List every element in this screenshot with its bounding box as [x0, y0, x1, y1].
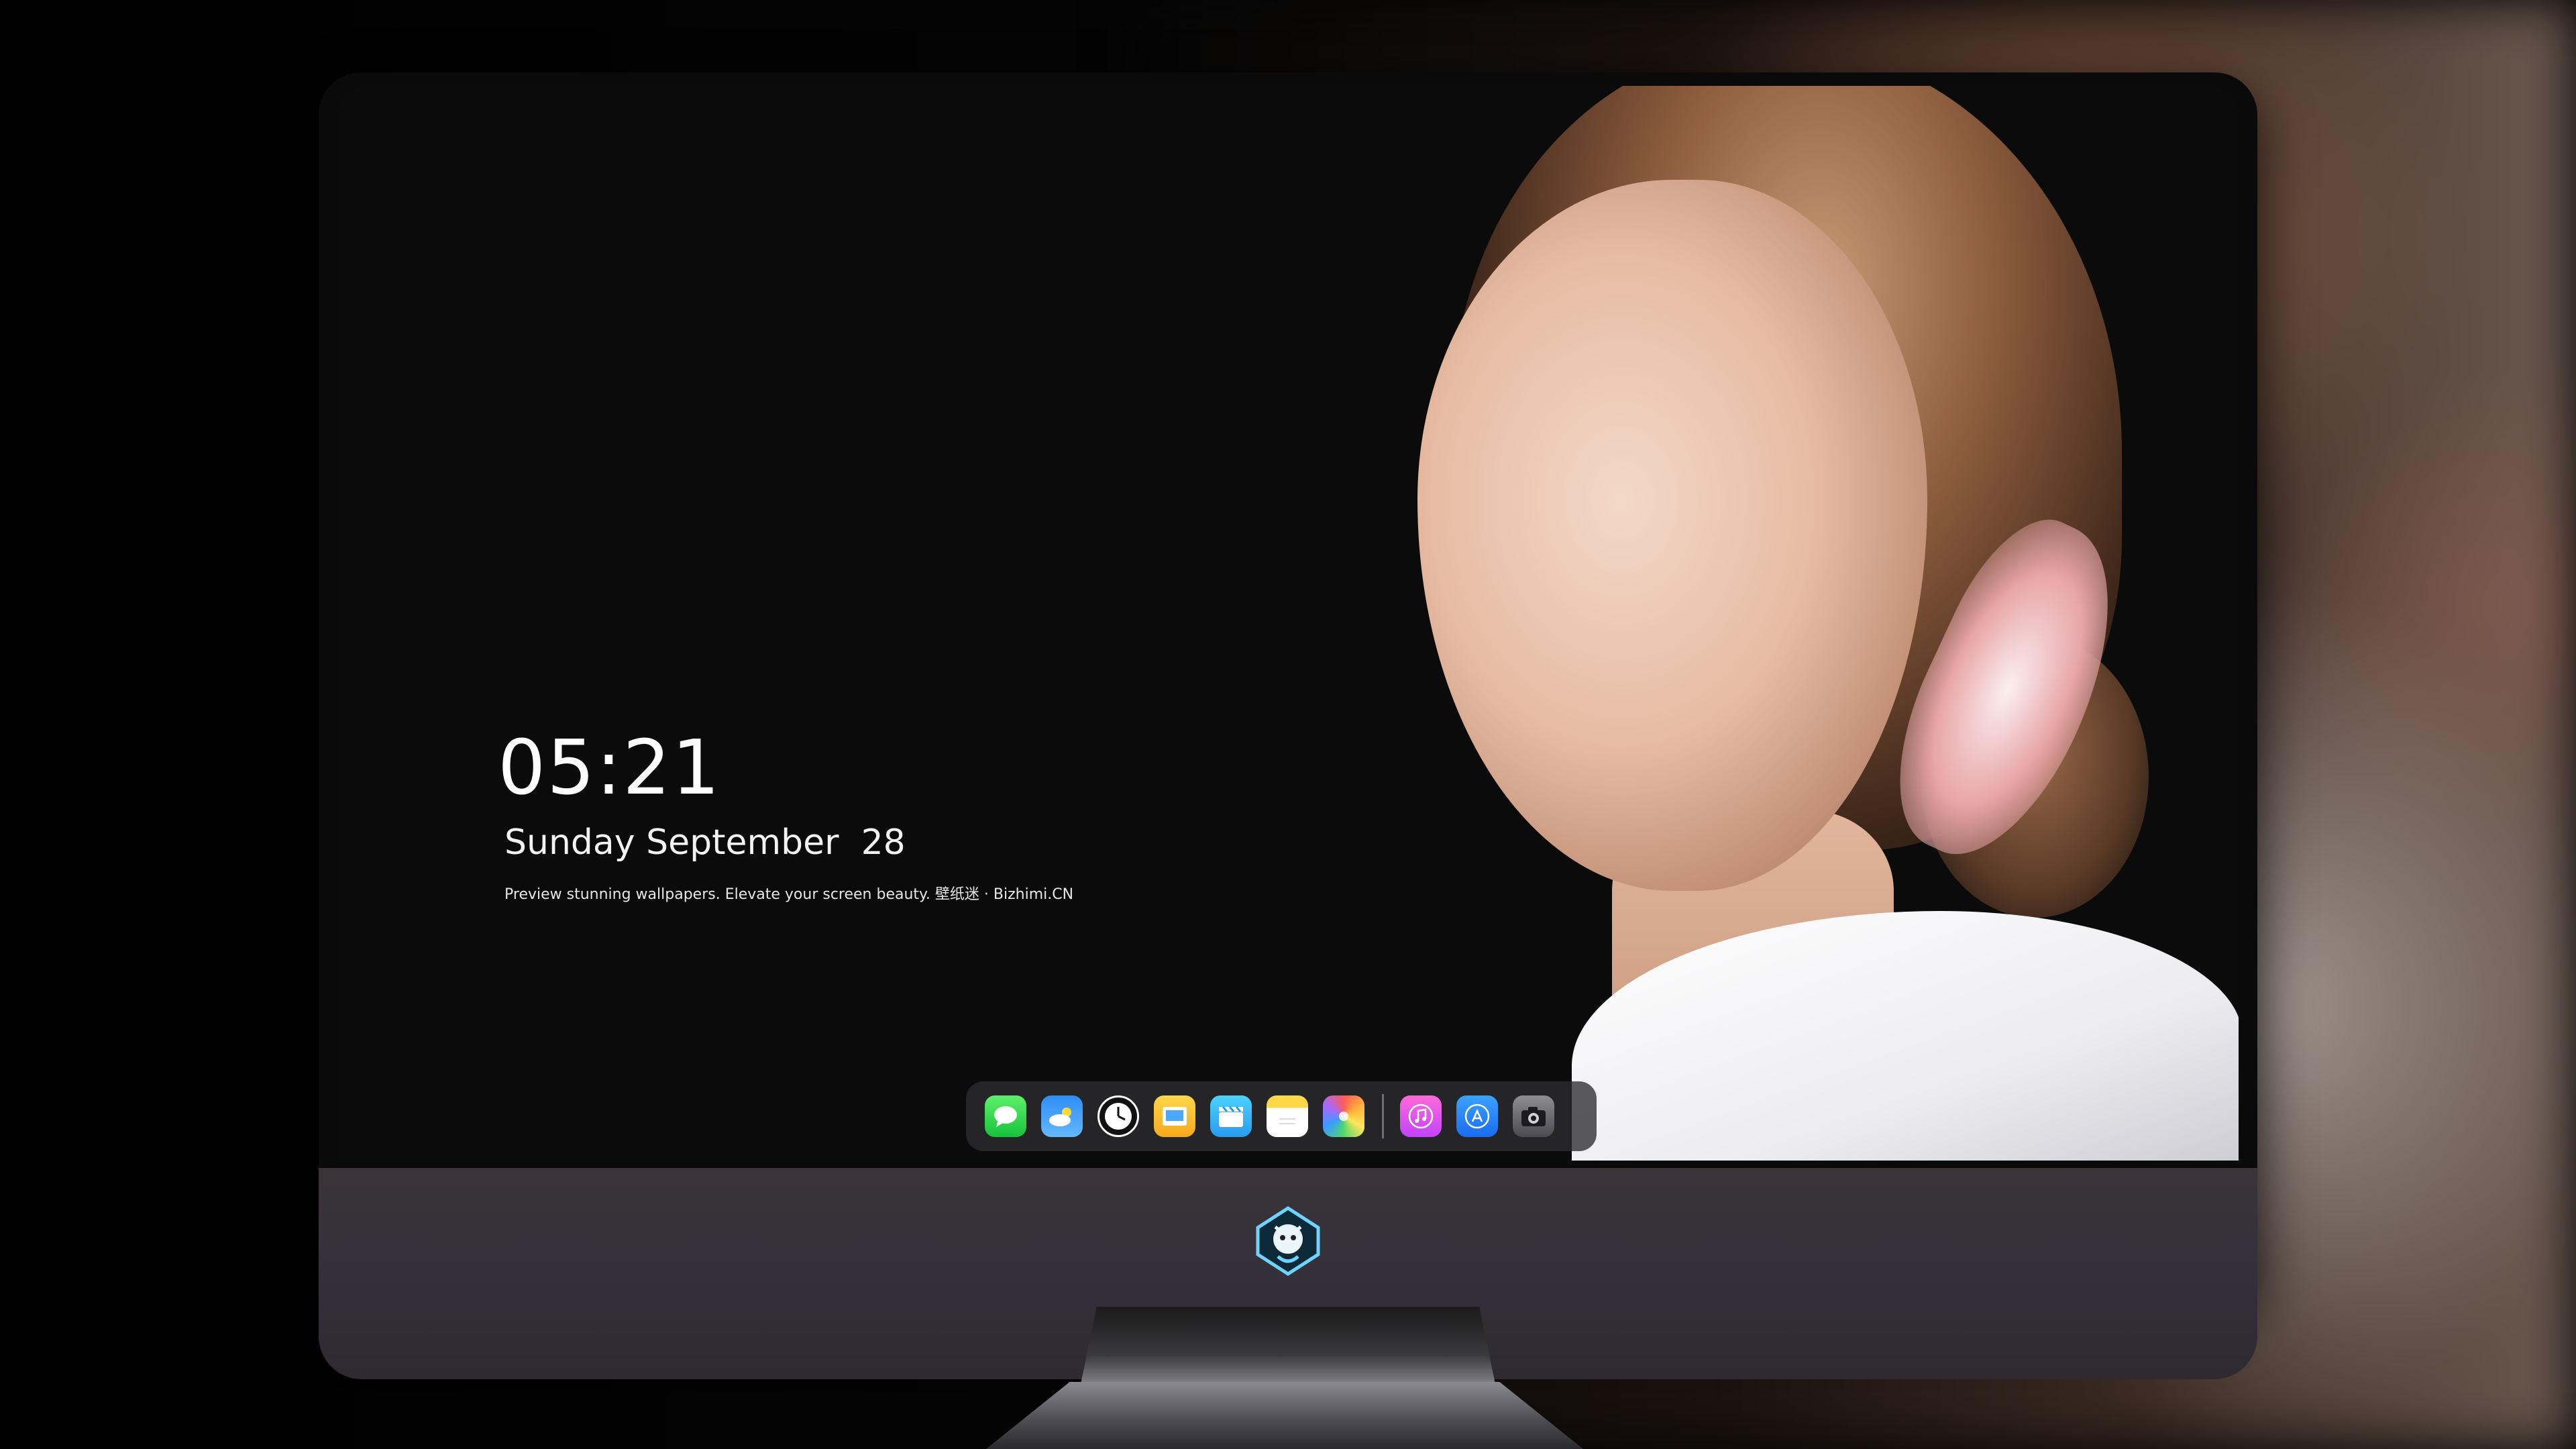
- dock-weather-icon[interactable]: [1041, 1095, 1083, 1137]
- wallpaper-tagline: Preview stunning wallpapers. Elevate you…: [504, 886, 1074, 903]
- monitor-bezel: [319, 72, 2257, 1176]
- dock-camera-icon[interactable]: [1513, 1095, 1554, 1137]
- dock-clock-icon[interactable]: [1097, 1095, 1139, 1137]
- dock-app-store-icon[interactable]: [1456, 1095, 1498, 1137]
- brand-logo-icon: [1248, 1201, 1328, 1281]
- dock-music-note-icon[interactable]: [1400, 1095, 1442, 1137]
- dock-preview-icon[interactable]: [1154, 1095, 1195, 1137]
- dock-notes-icon[interactable]: [1267, 1095, 1308, 1137]
- monitor-stand-neck: [1080, 1307, 1496, 1387]
- dock: [966, 1081, 1597, 1151]
- wallpaper-face: [1417, 180, 1927, 891]
- dock-photos-icon[interactable]: [1323, 1095, 1364, 1137]
- clock-time: 05:21: [498, 724, 721, 812]
- monitor-stand-base: [986, 1382, 1583, 1449]
- dock-separator: [1382, 1094, 1384, 1138]
- dock-messages-icon[interactable]: [985, 1095, 1026, 1137]
- wallpaper-portrait: [1196, 86, 2239, 1161]
- screen: [337, 86, 2239, 1161]
- clock-date: Sunday September 28: [504, 822, 906, 863]
- dock-clapperboard-icon[interactable]: [1210, 1095, 1252, 1137]
